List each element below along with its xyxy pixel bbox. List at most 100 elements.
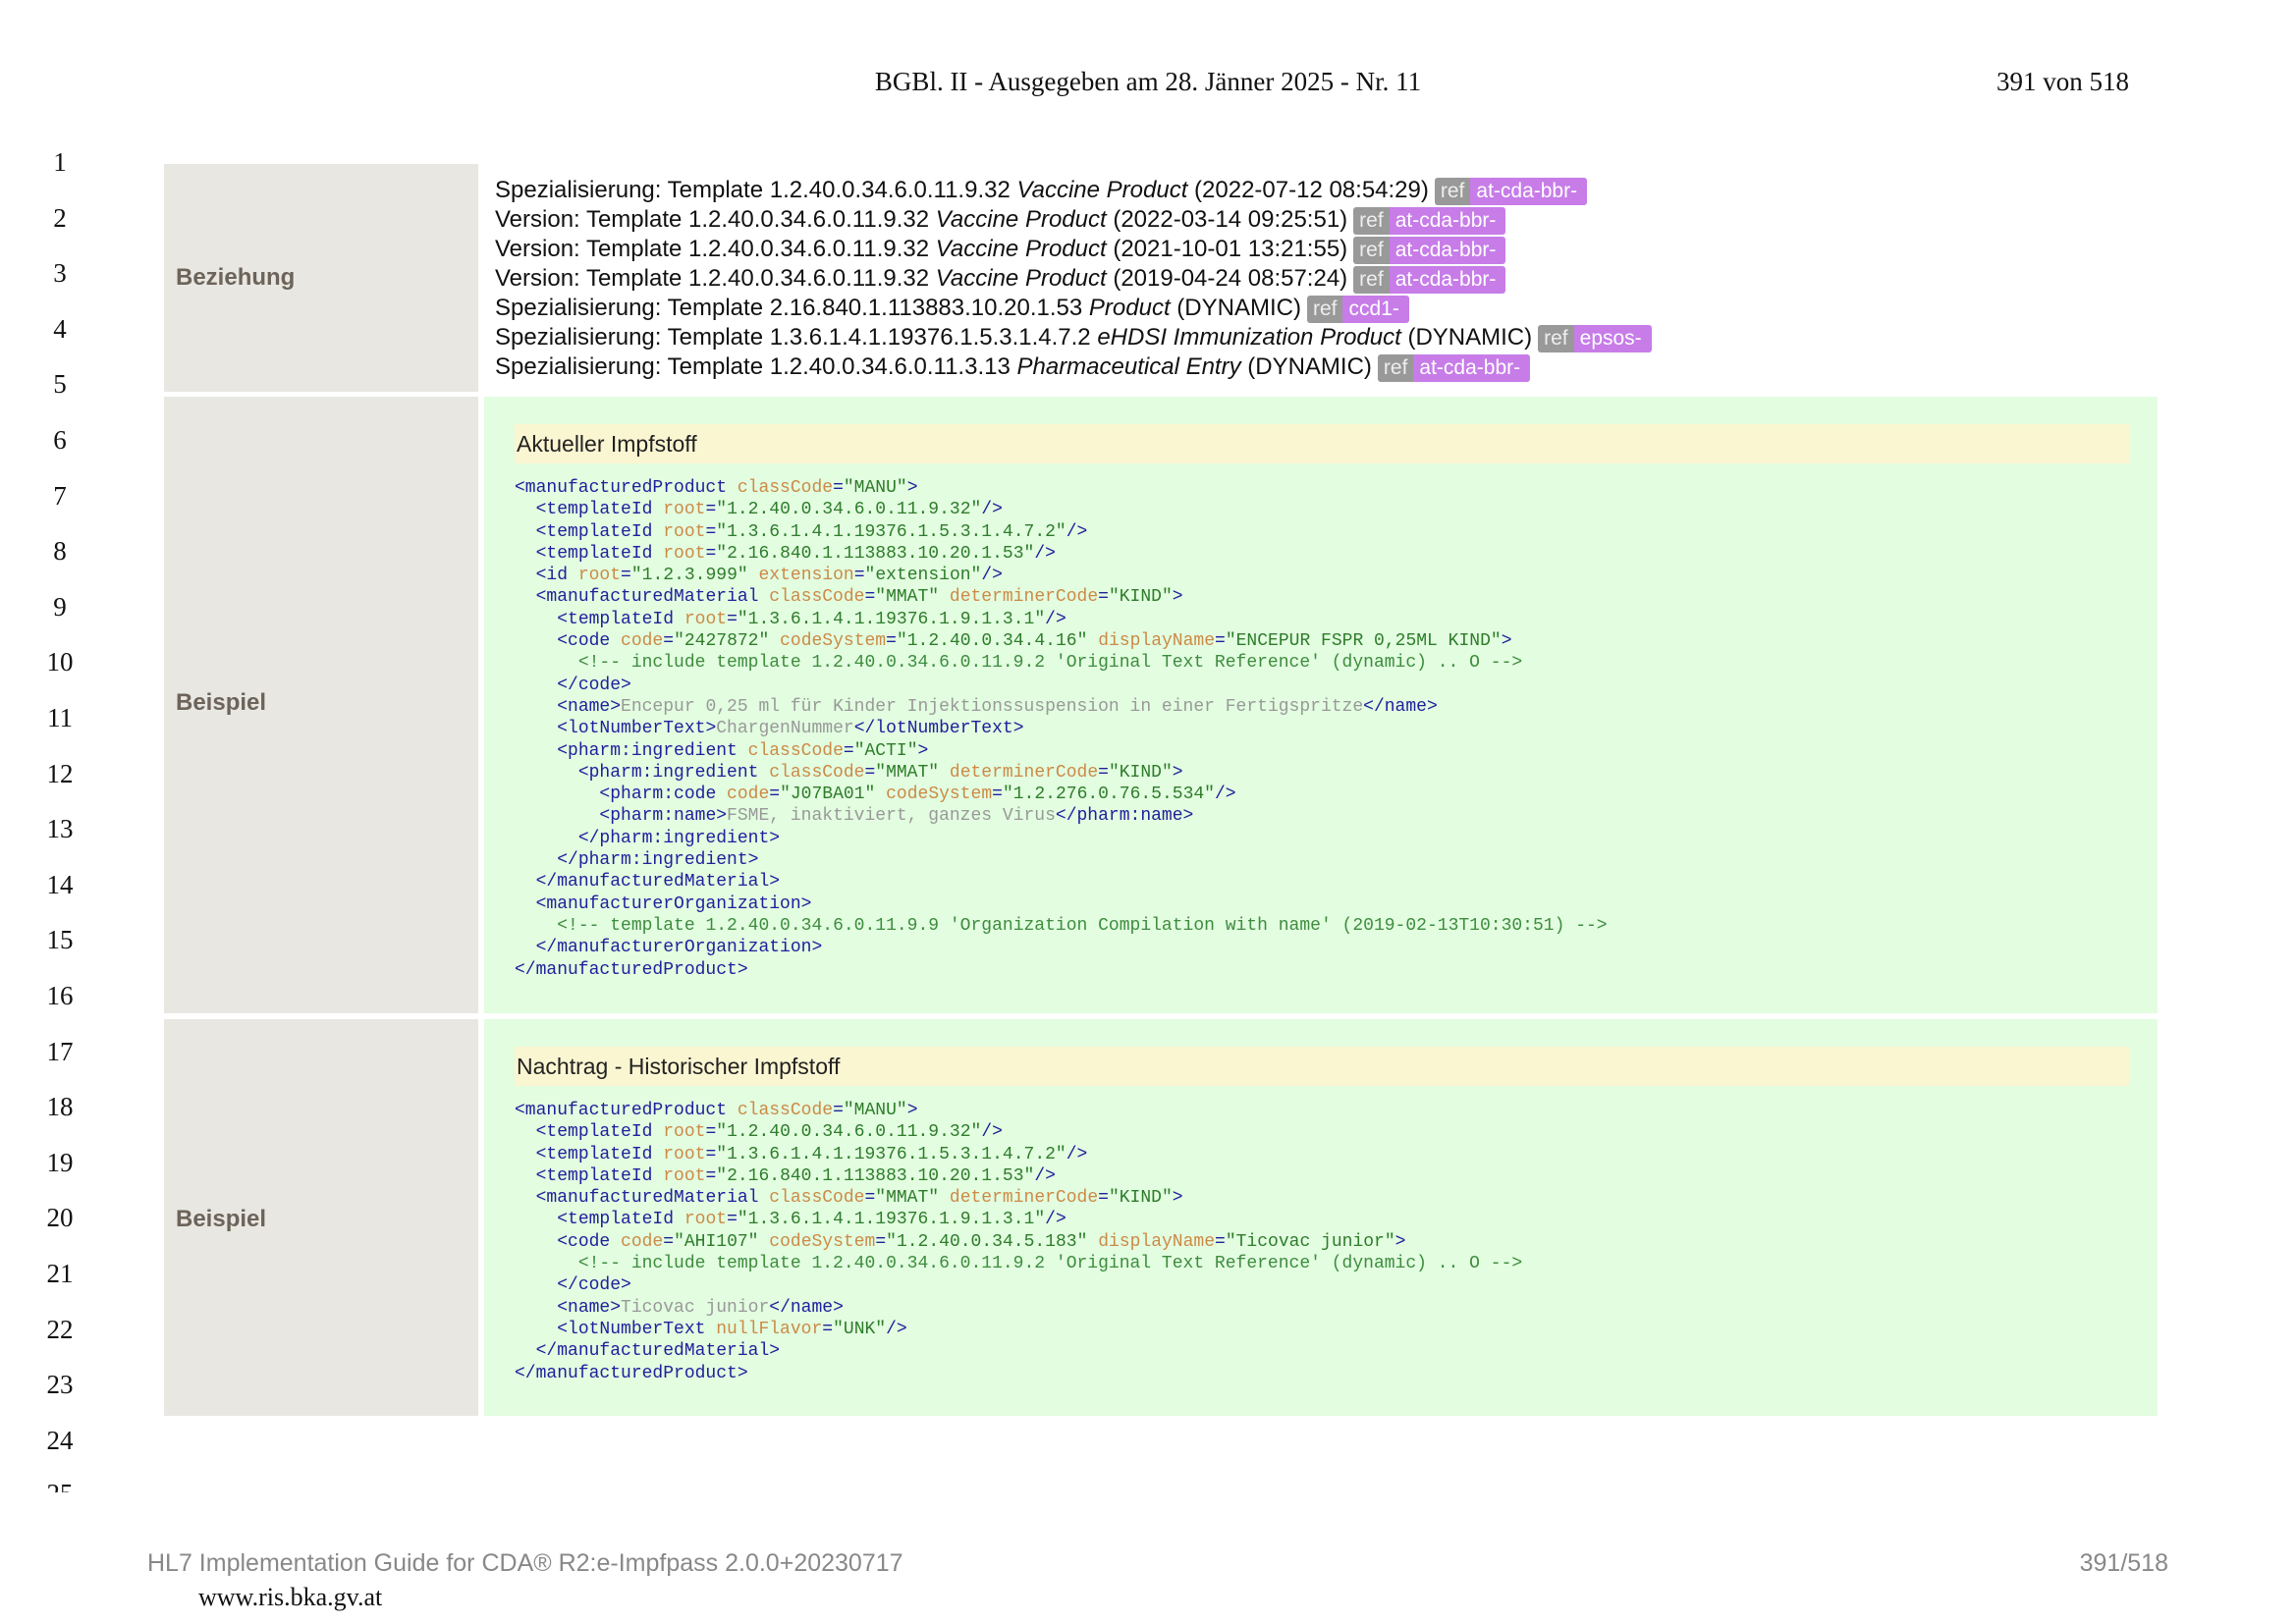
ref-badge[interactable]: ref ccd1- (1306, 295, 1409, 323)
line-number: 4 (53, 313, 67, 344)
relationship-item: Spezialisierung: Template 1.2.40.0.34.6.… (495, 352, 1652, 382)
template-name: Vaccine Product (935, 206, 1107, 233)
template-name: Vaccine Product (935, 236, 1107, 262)
line-number: 22 (46, 1314, 74, 1344)
code-line: <!-- template 1.2.40.0.34.6.0.11.9.9 'Or… (557, 915, 1608, 936)
ref-label: ref (1377, 353, 1414, 382)
line-number: 19 (46, 1147, 74, 1177)
line-number: 10 (46, 647, 74, 677)
header-page-number: 391 von 518 (1996, 67, 2129, 96)
code-line: <code code="2427872" codeSystem="1.2.40.… (557, 631, 1512, 652)
relationship-suffix: (DYNAMIC) (1240, 353, 1372, 380)
example-label: Beispiel (176, 1206, 267, 1232)
relationship-prefix: Version: Template 1.2.40.0.34.6.0.11.9.3… (495, 236, 936, 262)
example-title: Nachtrag - Historischer Impfstoff (515, 1047, 2130, 1086)
relationship-item: Version: Template 1.2.40.0.34.6.0.11.9.3… (495, 205, 1652, 235)
code-line: </manufacturerOrganization> (535, 938, 823, 958)
relationship-prefix: Spezialisierung: Template 1.2.40.0.34.6.… (495, 353, 1017, 380)
template-name: eHDSI Immunization Product (1097, 324, 1401, 351)
code-line: <manufacturedMaterial classCode="MMAT" d… (535, 587, 1183, 608)
code-line: </manufacturedProduct> (515, 1363, 748, 1383)
ref-id: epsos- (1573, 324, 1652, 352)
ref-badge[interactable]: ref at-cda-bbr- (1353, 265, 1506, 294)
code-line: <!-- include template 1.2.40.0.34.6.0.11… (577, 653, 1523, 674)
line-number: 13 (46, 814, 74, 844)
ref-badge[interactable]: ref epsos- (1538, 324, 1652, 352)
line-number: 21 (46, 1259, 74, 1288)
code-line: <templateId root="1.3.6.1.4.1.19376.1.5.… (535, 521, 1088, 542)
relationship-list: Spezialisierung: Template 1.2.40.0.34.6.… (495, 176, 1652, 382)
relationship-label-cell: Beziehung (164, 164, 478, 392)
code-line: <templateId root="1.3.6.1.4.1.19376.1.9.… (557, 609, 1066, 629)
line-number: 15 (46, 925, 74, 955)
line-number: 25 (35, 1479, 84, 1492)
code-line: <manufacturedProduct classCode="MANU"> (515, 478, 918, 498)
code-line: <pharm:code code="J07BA01" codeSystem="1… (599, 784, 1236, 805)
code-line: <templateId root="1.3.6.1.4.1.19376.1.9.… (557, 1210, 1066, 1230)
code-line: <manufacturedMaterial classCode="MMAT" d… (535, 1188, 1183, 1209)
ref-badge[interactable]: ref at-cda-bbr- (1353, 236, 1506, 264)
line-number: 18 (46, 1092, 74, 1122)
relationship-content: Spezialisierung: Template 1.2.40.0.34.6.… (484, 164, 2158, 392)
relationship-prefix: Spezialisierung: Template 1.3.6.1.4.1.19… (495, 324, 1098, 351)
line-number: 2 (53, 202, 67, 233)
example-code-block: <manufacturedProduct classCode="MANU"> <… (515, 477, 1608, 981)
relationship-item: Version: Template 1.2.40.0.34.6.0.11.9.3… (495, 235, 1652, 264)
example-label-cell: Beispiel (164, 1019, 478, 1416)
relationship-prefix: Spezialisierung: Template 2.16.840.1.113… (495, 295, 1089, 321)
code-line: </code> (557, 1275, 631, 1296)
code-line: </pharm:ingredient> (557, 850, 759, 871)
footer-page-number: 391/518 (2079, 1549, 2168, 1577)
ref-label: ref (1538, 324, 1574, 352)
code-line: </manufacturedMaterial> (535, 872, 781, 893)
ref-badge[interactable]: ref at-cda-bbr- (1377, 353, 1531, 382)
line-number: 6 (53, 425, 67, 455)
line-number: 14 (46, 869, 74, 899)
relationship-item: Spezialisierung: Template 1.3.6.1.4.1.19… (495, 323, 1652, 352)
line-number: 23 (46, 1370, 74, 1400)
line-number: 12 (46, 758, 74, 788)
ref-label: ref (1353, 265, 1390, 294)
relationship-item: Version: Template 1.2.40.0.34.6.0.11.9.3… (495, 264, 1652, 294)
header-title: BGBl. II - Ausgegeben am 28. Jänner 2025… (874, 67, 1422, 96)
template-name: Pharmaceutical Entry (1016, 353, 1241, 380)
line-number: 11 (47, 703, 73, 732)
example-label-cell: Beispiel (164, 397, 478, 1013)
ref-id: at-cda-bbr- (1389, 265, 1506, 294)
example-label: Beispiel (176, 689, 267, 716)
ref-id: at-cda-bbr- (1413, 353, 1531, 382)
template-name: Product (1088, 295, 1171, 321)
ref-badge[interactable]: ref at-cda-bbr- (1353, 206, 1506, 235)
footer-url: www.ris.bka.gv.at (198, 1583, 383, 1611)
ref-badge[interactable]: ref at-cda-bbr- (1434, 177, 1588, 205)
relationship-prefix: Version: Template 1.2.40.0.34.6.0.11.9.3… (495, 265, 936, 292)
ref-id: ccd1- (1342, 295, 1409, 323)
example-row-2: Beispiel Nachtrag - Historischer Impfsto… (164, 1019, 2158, 1416)
relationship-suffix: (2022‑07‑12 08:54:29) (1187, 177, 1429, 203)
template-name: Vaccine Product (1016, 177, 1188, 203)
relationship-suffix: (DYNAMIC) (1400, 324, 1533, 351)
relationship-prefix: Spezialisierung: Template 1.2.40.0.34.6.… (495, 177, 1017, 203)
line-number: 5 (53, 369, 67, 400)
code-line: </manufacturedMaterial> (535, 1341, 781, 1362)
ref-id: at-cda-bbr- (1389, 206, 1506, 235)
code-line: <code code="AHI107" codeSystem="1.2.40.0… (557, 1231, 1406, 1252)
code-line: </code> (557, 675, 631, 695)
line-number: 1 (53, 147, 67, 177)
code-line: <manufacturedProduct classCode="MANU"> (515, 1101, 918, 1120)
code-line: <lotNumberText nullFlavor="UNK"/> (557, 1319, 907, 1339)
example-code-block: <manufacturedProduct classCode="MANU"> <… (515, 1100, 1522, 1384)
relationship-label: Beziehung (176, 264, 296, 291)
ref-label: ref (1306, 295, 1343, 323)
line-number: 20 (46, 1203, 74, 1233)
relationship-item: Spezialisierung: Template 2.16.840.1.113… (495, 294, 1652, 323)
ref-label: ref (1434, 177, 1471, 205)
relationship-suffix: (2022‑03‑14 09:25:51) (1106, 206, 1348, 233)
code-line: <name>Ticovac junior</name> (557, 1297, 844, 1318)
code-line: </pharm:ingredient> (577, 828, 781, 848)
line-number: 3 (53, 258, 67, 289)
code-line: <templateId root="2.16.840.1.113883.10.2… (535, 1165, 1056, 1186)
line-number: 24 (46, 1425, 74, 1455)
code-line: <templateId root="1.2.40.0.34.6.0.11.9.3… (535, 500, 1003, 520)
ref-id: at-cda-bbr- (1389, 236, 1506, 264)
